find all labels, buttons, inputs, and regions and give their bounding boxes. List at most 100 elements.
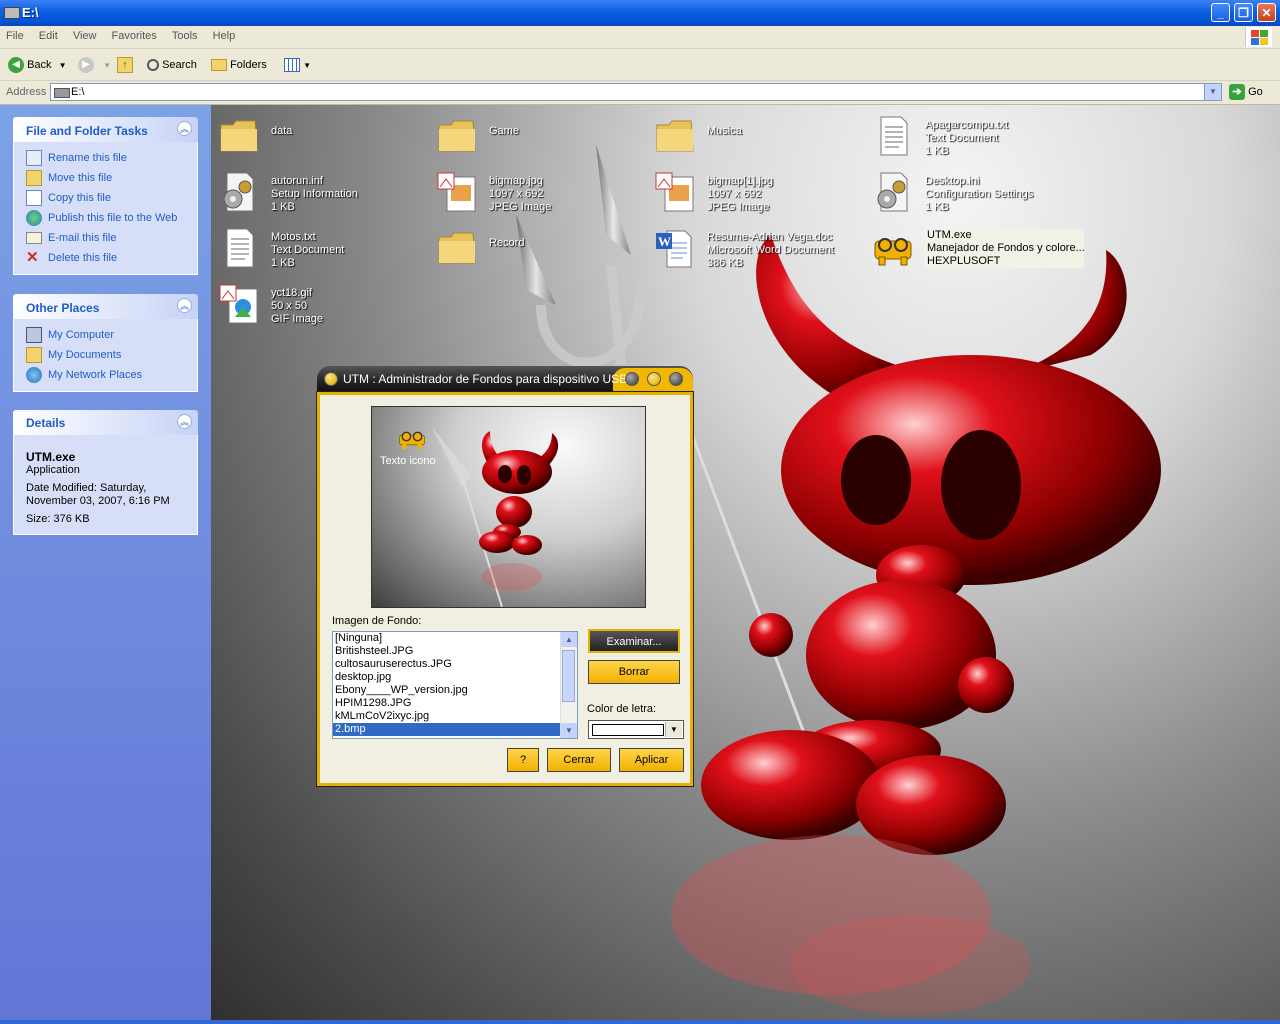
search-button[interactable]: Search [147,55,197,75]
menu-favorites[interactable]: Favorites [106,26,163,42]
panel-title: Other Places [26,301,100,315]
dialog-title: UTM : Administrador de Fondos para dispo… [343,372,628,386]
list-item[interactable]: HPIM1298.JPG [333,697,577,710]
delete-file-link[interactable]: ✕ Delete this file [26,248,197,268]
panel-header[interactable]: Details ︽ [13,410,198,435]
file-item[interactable]: Motos.txt Text Document 1 KB [215,223,425,269]
list-item[interactable]: Britishsteel.JPG [333,645,577,658]
file-item[interactable]: Apagarcompu.txt Text Document 1 KB [869,111,1079,157]
detail-modified-line2: November 03, 2007, 6:16 PM [26,495,170,507]
go-button[interactable]: ➔ Go [1229,83,1263,101]
details-panel: Details ︽ UTM.exe Application Date Modif… [13,410,198,535]
rename-icon [26,150,42,166]
settings-file-icon [877,172,908,212]
utm-app-icon [874,238,912,266]
list-item[interactable]: Ebony____WP_version.jpg [333,684,577,697]
chevron-down-icon[interactable]: ▼ [665,722,682,737]
copy-file-link[interactable]: Copy this file [26,188,197,208]
settings-file-icon [223,172,254,212]
my-documents-link[interactable]: My Documents [26,345,197,365]
taskbar-edge [0,1020,1280,1024]
background-image-list[interactable]: [Ninguna] Britishsteel.JPG cultosauruser… [332,631,578,739]
utm-dialog[interactable]: UTM : Administrador de Fondos para dispo… [316,366,694,787]
task-pane: File and Folder Tasks ︽ Rename this file… [0,105,211,1020]
close-button[interactable]: ✕ [1257,3,1276,22]
menu-edit[interactable]: Edit [33,26,64,42]
collapse-chevron-icon[interactable]: ︽ [177,121,192,136]
font-color-select[interactable]: ▼ [588,720,684,739]
minimize-button[interactable]: _ [1211,3,1230,22]
my-computer-link[interactable]: My Computer [26,325,197,345]
preview-icon-label: Texto icono [380,455,436,467]
file-view[interactable]: data Game Musica Apagarcompu.txt Text Doc… [211,105,1280,1020]
word-document-icon: W [656,230,692,268]
file-item[interactable]: bigmap[1].jpg 1097 x 692 JPEG Image [651,167,861,213]
file-item[interactable]: autorun.inf Setup Information 1 KB [215,167,425,213]
documents-folder-icon [26,347,42,363]
file-item[interactable]: Record [433,223,643,265]
menu-help[interactable]: Help [207,26,242,42]
list-item[interactable]: cultosauruserectus.JPG [333,658,577,671]
browse-button[interactable]: Examinar... [588,629,680,653]
file-item[interactable]: Musica [651,111,861,153]
menu-view[interactable]: View [67,26,103,42]
file-item-selected[interactable]: UTM.exe Manejador de Fondos y colore... HE… [869,223,1084,268]
detail-file-name: UTM.exe [26,450,76,464]
file-item[interactable]: bigmap.jpg 1097 x 692 JPEG Image [433,167,643,213]
scroll-up-icon[interactable]: ▲ [561,632,577,647]
dialog-minimize-icon[interactable] [625,372,639,386]
publish-web-link[interactable]: Publish this file to the Web [26,208,197,228]
collapse-chevron-icon[interactable]: ︽ [177,414,192,429]
delete-button[interactable]: Borrar [588,660,680,684]
gif-image-icon [219,284,258,324]
email-file-link[interactable]: E-mail this file [26,228,197,248]
address-label: Address [6,86,47,98]
file-item[interactable]: data [215,111,425,153]
file-item[interactable]: Desktop.ini Configuration Settings 1 KB [869,167,1079,213]
dialog-led-icon [324,372,338,386]
move-file-link[interactable]: Move this file [26,168,197,188]
menu-tools[interactable]: Tools [166,26,204,42]
window-title: E:\ [22,5,39,20]
list-item[interactable]: [Ninguna] [333,632,577,645]
other-places-panel: Other Places ︽ My Computer My Documents … [13,294,198,392]
scroll-thumb[interactable] [562,650,575,702]
close-dialog-button[interactable]: Cerrar [547,748,611,772]
chevron-down-icon[interactable]: ▼ [1204,84,1221,100]
collapse-chevron-icon[interactable]: ︽ [177,298,192,313]
chevron-down-icon: ▼ [303,61,311,70]
back-button[interactable]: ◀ Back ▼ [8,55,67,75]
menu-file[interactable]: File [0,26,30,42]
folders-label: Folders [230,59,267,71]
dialog-body: Texto icono Imagen de Fondo: [Ninguna] B… [316,391,694,787]
folder-icon [656,120,694,152]
file-item[interactable]: yct18.gif 50 x 50 GIF Image [215,279,425,325]
up-folder-icon: ↑ [117,57,133,74]
chevron-down-icon[interactable]: ▼ [59,61,67,70]
maximize-button[interactable]: ❐ [1234,3,1253,22]
list-item-selected[interactable]: 2.bmp [333,723,562,736]
list-scrollbar[interactable]: ▲ ▼ [560,632,577,738]
panel-header[interactable]: File and Folder Tasks ︽ [13,117,198,142]
my-network-places-link[interactable]: My Network Places [26,365,197,385]
folder-icon [438,232,476,264]
text-document-icon [880,116,908,156]
list-item[interactable]: desktop.jpg [333,671,577,684]
panel-header[interactable]: Other Places ︽ [13,294,198,319]
dialog-title-bar[interactable]: UTM : Administrador de Fondos para dispo… [317,366,693,392]
help-button[interactable]: ? [507,748,539,772]
scroll-down-icon[interactable]: ▼ [561,723,577,738]
title-bar[interactable]: E:\ _ ❐ ✕ [0,0,1280,26]
dialog-close-icon[interactable] [669,372,683,386]
rename-file-link[interactable]: Rename this file [26,148,197,168]
folders-button[interactable]: Folders [211,55,267,75]
file-item[interactable]: Game [433,111,643,153]
forward-button[interactable]: ▶ ▼ [78,55,111,75]
address-input[interactable]: E:\ ▼ [50,83,1222,101]
list-item[interactable]: kMLmCoV2ixyc.jpg [333,710,577,723]
up-folder-button[interactable]: ↑ [117,55,133,75]
file-item[interactable]: W Resume-Adrian Vega.doc Microsoft Word D… [651,223,861,269]
network-icon [26,367,42,383]
views-button[interactable]: ▼ [284,55,311,75]
apply-button[interactable]: Aplicar [619,748,684,772]
